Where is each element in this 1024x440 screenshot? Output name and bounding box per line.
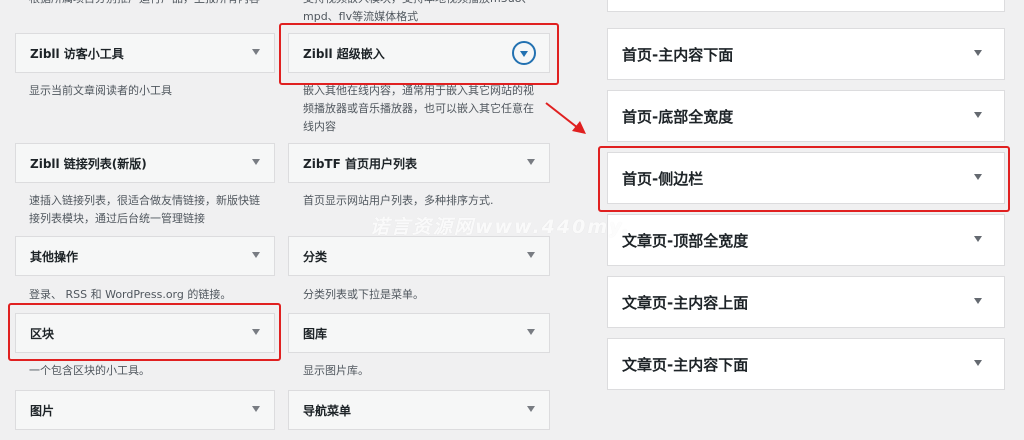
- watermark-text: 诺言资源网www.440my.: [370, 216, 631, 238]
